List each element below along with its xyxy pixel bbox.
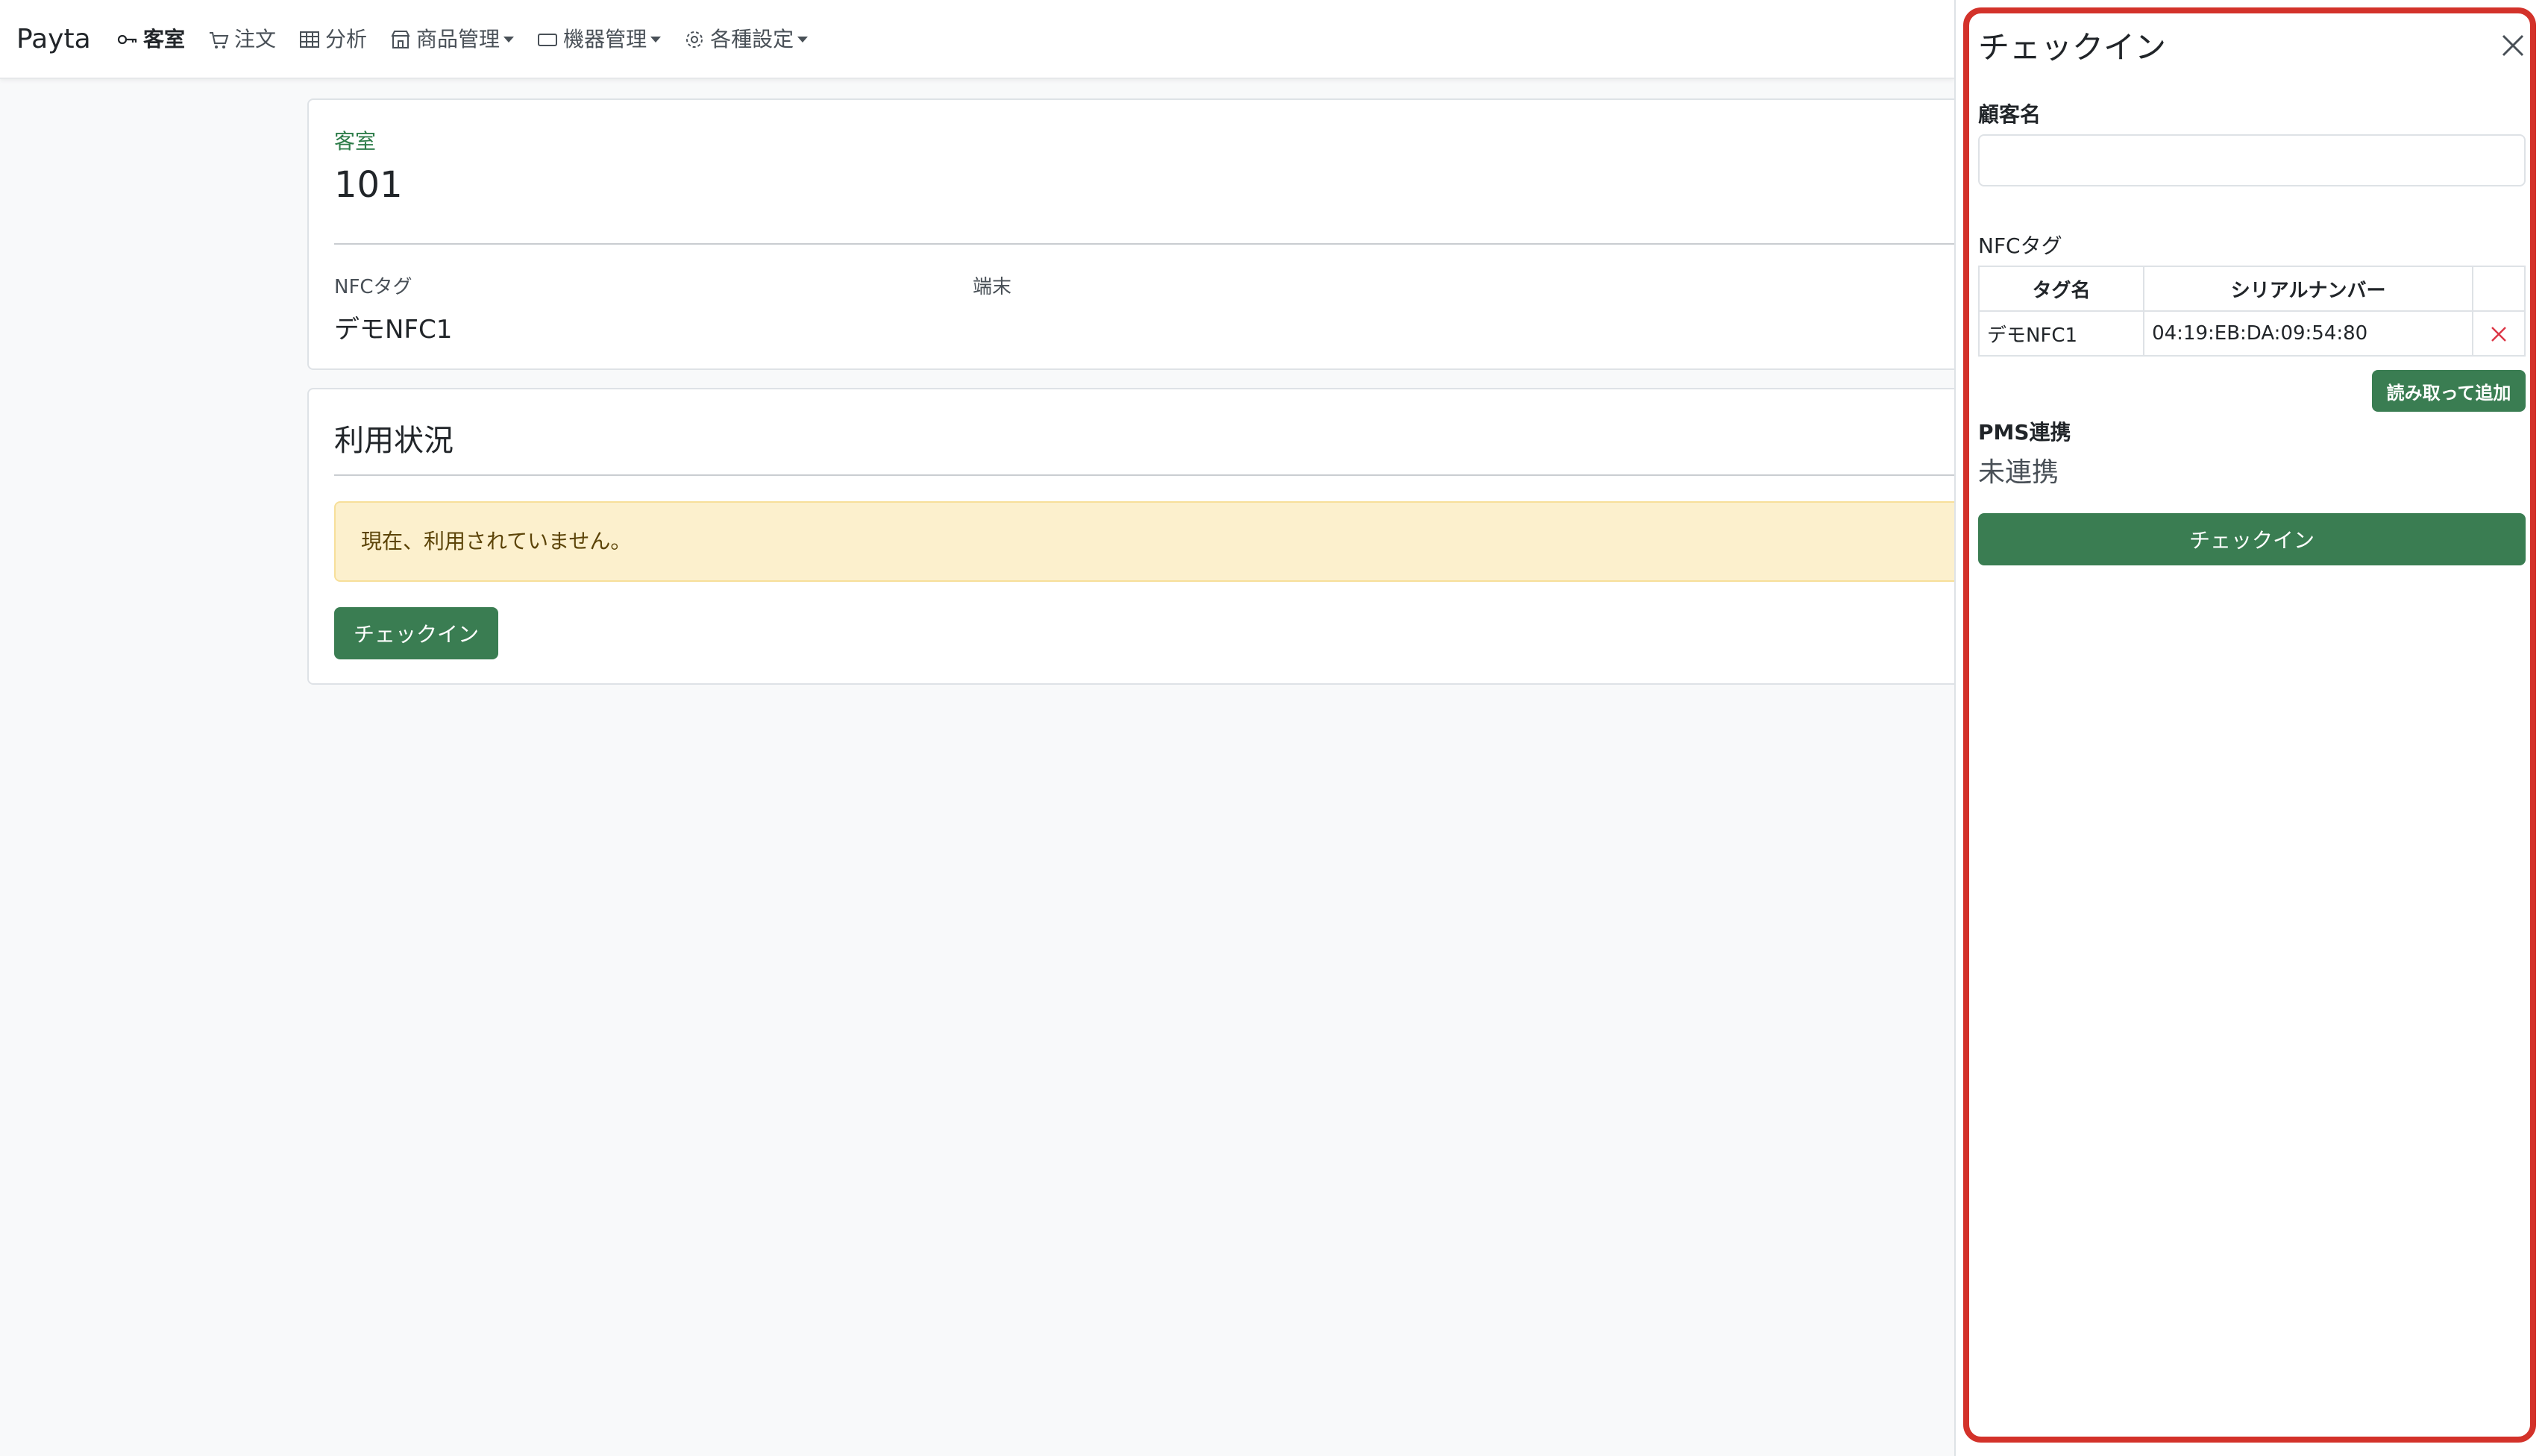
table-header-row: タグ名 シリアルナンバー [1977,266,2526,312]
offcanvas-checkin-button[interactable]: チェックイン [1978,513,2526,565]
nfc-tag-label: NFCタグ [334,276,412,298]
room-section-label: 客室 [334,129,377,154]
usage-title: 利用状況 [334,424,454,458]
nav-item-analytics[interactable]: 分析 [298,22,367,57]
column-header-tag-name: タグ名 [1977,266,2145,312]
terminal-label: 端末 [973,276,1012,298]
read-and-add-button[interactable]: 読み取って追加 [2372,370,2526,412]
caret-down-icon [650,37,662,43]
room-card: 客室 101 NFCタグ デモNFC1 端末 [307,98,1954,370]
table-icon [298,28,321,51]
nav-item-orders[interactable]: 注文 [207,22,276,57]
delete-cell [2472,310,2526,357]
pms-status: 未連携 [1978,457,2059,488]
nfc-tag-section-label: NFCタグ [1978,233,2062,258]
close-icon[interactable] [2500,33,2526,58]
nav-item-label: 注文 [234,27,277,51]
caret-down-icon [797,37,809,43]
nav-item-label: 商品管理 [416,27,500,51]
nav-item-label: 機器管理 [563,27,647,51]
key-icon [116,28,139,51]
customer-name-input[interactable] [1978,134,2526,186]
column-header-serial: シリアルナンバー [2143,266,2474,312]
nfc-tag-value: デモNFC1 [334,315,453,345]
nav-item-label: 客室 [143,27,186,51]
nav-item-devices[interactable]: 機器管理 [536,22,662,57]
nfc-tag-table: タグ名 シリアルナンバー デモNFC1 04:19:EB:DA:09:54:80 [1977,266,2526,357]
nav-item-settings[interactable]: 各種設定 [683,22,809,57]
status-alert: 現在、利用されていません。 [334,501,1954,582]
checkin-offcanvas [1954,0,2545,1456]
tag-name-cell: デモNFC1 [1977,310,2145,357]
divider [334,474,1954,476]
serial-number-cell: 04:19:EB:DA:09:54:80 [2143,310,2474,357]
table-row: デモNFC1 04:19:EB:DA:09:54:80 [1977,310,2526,357]
top-navbar: Payta 客室 注文 分析 商品管理 機器管理 各種設定 [0,0,1954,79]
customer-name-label: 顧客名 [1978,102,2042,127]
main-nav: 客室 注文 分析 商品管理 機器管理 各種設定 [116,22,830,57]
shop-icon [389,28,412,51]
gear-icon [683,28,706,51]
nav-item-products[interactable]: 商品管理 [389,22,515,57]
delete-tag-icon[interactable] [2490,325,2508,343]
cart-icon [207,28,230,51]
column-header-actions [2472,266,2526,312]
offcanvas-title: チェックイン [1978,29,2167,66]
usage-card: 利用状況 現在、利用されていません。 チェックイン [307,388,1954,685]
brand-logo[interactable]: Payta [16,21,91,58]
caret-down-icon [503,37,515,43]
nav-item-rooms[interactable]: 客室 [116,22,185,57]
nav-item-label: 分析 [325,27,368,51]
divider [334,243,1954,245]
room-number: 101 [334,164,403,206]
checkin-button[interactable]: チェックイン [334,607,498,659]
nav-item-label: 各種設定 [710,27,794,51]
pms-label: PMS連携 [1978,420,2071,445]
device-icon [536,28,559,51]
